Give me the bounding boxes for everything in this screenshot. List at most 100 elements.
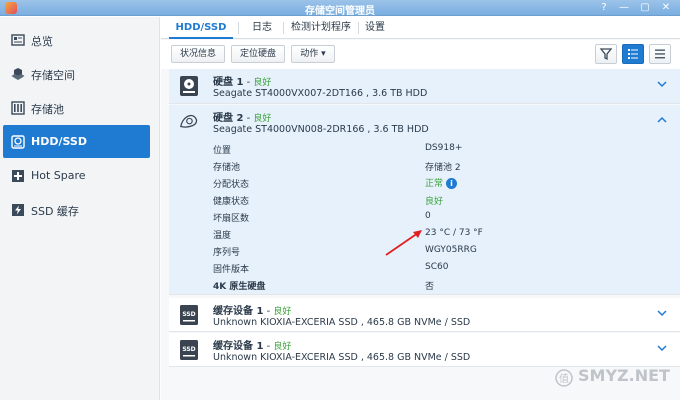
- chevron-up-icon[interactable]: [656, 114, 668, 126]
- action-button[interactable]: 动作 ▾: [291, 45, 335, 63]
- filter-button[interactable]: [595, 44, 617, 64]
- sidebar-item-storage-pool[interactable]: 存储池: [3, 91, 150, 124]
- cache-status: 良好: [273, 307, 292, 317]
- disk-model: Seagate ST4000VX007-2DT166 , 3.6 TB HDD: [213, 88, 428, 99]
- allocation-status-text: 正常: [425, 179, 444, 189]
- disk-name: 硬盘 1: [213, 77, 244, 88]
- svg-text:值: 值: [559, 372, 569, 385]
- chevron-down-icon[interactable]: [656, 342, 668, 354]
- ssd-icon: SSD: [180, 305, 198, 325]
- maximize-button[interactable]: ▢: [638, 1, 652, 15]
- chevron-down-icon[interactable]: [656, 307, 668, 319]
- detail-label-pool: 存储池: [213, 163, 241, 173]
- svg-text:SSD: SSD: [182, 311, 195, 318]
- ssd-cache-icon: [12, 204, 24, 216]
- list-detail-icon: [628, 49, 638, 59]
- sidebar-item-ssd-cache[interactable]: SSD 缓存: [3, 193, 150, 226]
- tab-divider: [283, 22, 284, 34]
- sidebar: 总览 存储空间 存储池 HDD/SSD Hot Spare SSD 缓存: [0, 17, 160, 400]
- title-separator: -: [243, 113, 254, 124]
- detail-label-health: 健康状态: [213, 197, 250, 207]
- disk-model: Seagate ST4000VN008-2DR166 , 3.6 TB HDD: [213, 124, 429, 135]
- cache-name: 缓存设备 1: [213, 306, 264, 317]
- sidebar-item-label: 存储池: [31, 103, 64, 116]
- title-bar: 存储空间管理员 ? — ▢ ✕: [0, 0, 680, 17]
- svg-text:SSD: SSD: [182, 346, 195, 353]
- detail-label-serial: 序列号: [213, 248, 241, 258]
- main-panel: HDD/SSD 日志 检测计划程序 设置 状况信息 定位硬盘 动作 ▾ 硬盘 1…: [161, 17, 680, 400]
- locate-disk-button[interactable]: 定位硬盘: [231, 45, 285, 63]
- detail-label-temperature: 温度: [213, 231, 232, 241]
- cache-title: 缓存设备 1 - 良好: [213, 337, 291, 352]
- detail-label-firmware: 固件版本: [213, 265, 250, 275]
- detail-label-allocation: 分配状态: [213, 180, 250, 190]
- hot-spare-icon: [12, 170, 24, 182]
- close-button[interactable]: ✕: [659, 1, 673, 15]
- tab-settings[interactable]: 设置: [361, 17, 389, 39]
- sidebar-item-label: HDD/SSD: [31, 135, 87, 148]
- tab-test-scheduler[interactable]: 检测计划程序: [287, 17, 355, 39]
- disk-icon: [11, 135, 25, 149]
- tab-bar: HDD/SSD 日志 检测计划程序 设置: [161, 17, 680, 39]
- window-title: 存储空间管理员: [305, 6, 375, 17]
- sidebar-item-hot-spare[interactable]: Hot Spare: [3, 159, 150, 192]
- detail-value-serial: WGY05RRG: [425, 245, 477, 255]
- title-separator: -: [243, 77, 254, 88]
- list-view-button[interactable]: [649, 44, 671, 64]
- disk-row-1[interactable]: 硬盘 1 - 良好 Seagate ST4000VX007-2DT166 , 3…: [169, 69, 680, 104]
- annotation-arrow-icon: [385, 230, 422, 256]
- sidebar-item-label: SSD 缓存: [31, 205, 79, 218]
- detail-value-bad-sectors: 0: [425, 211, 431, 221]
- detail-value-temperature: 23 °C / 73 °F: [425, 228, 483, 238]
- tab-log[interactable]: 日志: [243, 17, 281, 39]
- title-separator: -: [263, 306, 274, 317]
- tab-divider: [238, 22, 239, 34]
- disk-title: 硬盘 2 - 良好: [213, 109, 271, 124]
- detail-value-location: DS918+: [425, 143, 463, 153]
- detail-label-location: 位置: [213, 146, 232, 156]
- info-icon[interactable]: i: [446, 178, 458, 189]
- help-button[interactable]: ?: [597, 1, 611, 15]
- health-info-button[interactable]: 状况信息: [171, 45, 225, 63]
- title-separator: -: [263, 341, 274, 352]
- chevron-down-icon[interactable]: [656, 78, 668, 90]
- sidebar-item-hdd-ssd[interactable]: HDD/SSD: [3, 125, 150, 158]
- sidebar-item-overview[interactable]: 总览: [3, 23, 150, 56]
- disk-title: 硬盘 1 - 良好: [213, 73, 271, 88]
- detail-view-button[interactable]: [622, 44, 644, 64]
- hdd-icon: [180, 76, 198, 96]
- detail-value-health: 良好: [425, 197, 444, 207]
- action-button-label: 动作: [300, 49, 319, 59]
- detail-value-pool: 存储池 2: [425, 163, 461, 173]
- toolbar: 状况信息 定位硬盘 动作 ▾: [161, 40, 680, 69]
- tab-divider: [358, 22, 359, 34]
- cache-model: Unknown KIOXIA-EXCERIA SSD , 465.8 GB NV…: [213, 352, 471, 363]
- chevron-down-icon: ▾: [321, 49, 326, 59]
- sidebar-item-label: 存储空间: [31, 69, 75, 82]
- disk-status: 良好: [253, 114, 272, 124]
- menu-icon: [655, 49, 665, 59]
- cache-row-2[interactable]: SSD 缓存设备 1 - 良好 Unknown KIOXIA-EXCERIA S…: [169, 333, 680, 367]
- detail-label-4k-native: 4K 原生硬盘: [213, 282, 266, 292]
- tab-hdd-ssd[interactable]: HDD/SSD: [169, 17, 233, 39]
- detail-value-allocation: 正常 i: [425, 176, 458, 189]
- pool-icon: [11, 101, 25, 115]
- detail-label-bad-sectors: 坏扇区数: [213, 214, 250, 224]
- cache-row-1[interactable]: SSD 缓存设备 1 - 良好 Unknown KIOXIA-EXCERIA S…: [169, 298, 680, 332]
- cache-title: 缓存设备 1 - 良好: [213, 302, 291, 317]
- disk-row-2[interactable]: 硬盘 2 - 良好 Seagate ST4000VN008-2DR166 , 3…: [169, 105, 680, 295]
- watermark-text: SMYZ.NET: [578, 366, 670, 385]
- filter-icon: [599, 48, 613, 61]
- detail-value-4k-native: 否: [425, 282, 435, 292]
- cache-name: 缓存设备 1: [213, 341, 264, 352]
- ssd-icon: SSD: [180, 340, 198, 360]
- sidebar-item-storage-volume[interactable]: 存储空间: [3, 57, 150, 90]
- disk-status: 良好: [253, 78, 272, 88]
- sidebar-item-label: 总览: [31, 35, 53, 48]
- storage-icon: [11, 68, 25, 80]
- synology-disk-icon: [180, 114, 198, 128]
- minimize-button[interactable]: —: [617, 1, 631, 15]
- sidebar-item-label: Hot Spare: [31, 169, 86, 182]
- cache-status: 良好: [273, 342, 292, 352]
- disk-name: 硬盘 2: [213, 113, 244, 124]
